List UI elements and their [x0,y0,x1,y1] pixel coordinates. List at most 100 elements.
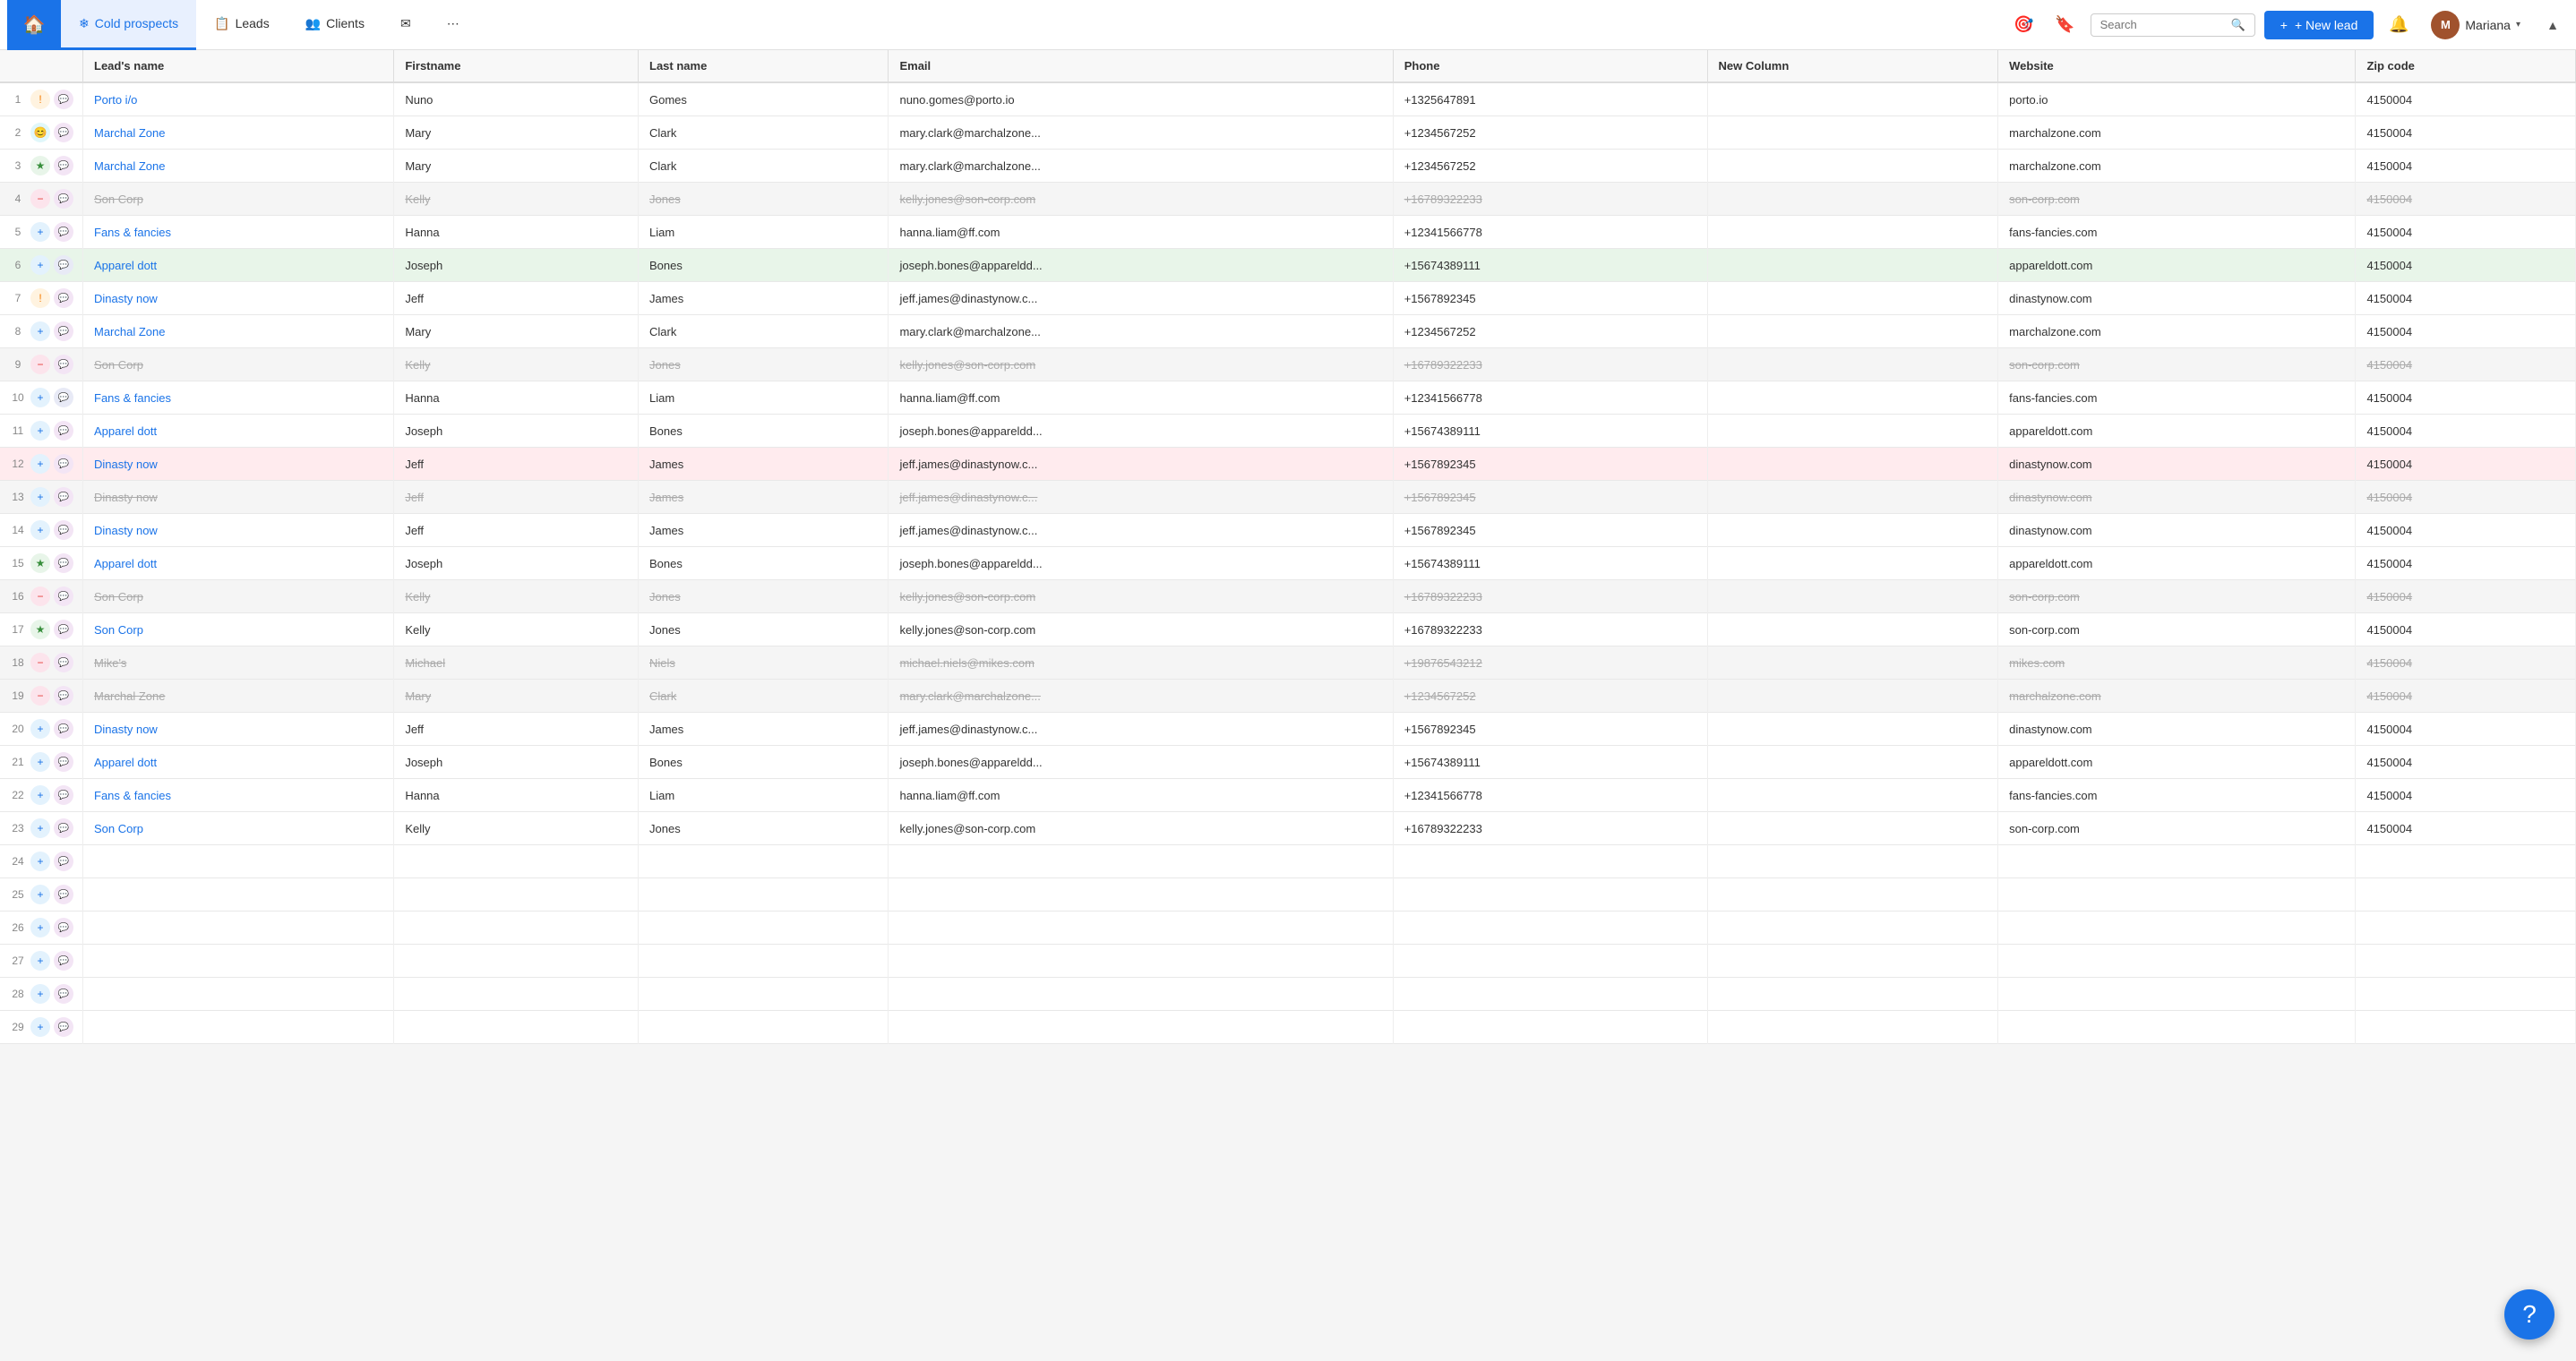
action-chat-button[interactable]: 💬 [54,520,73,540]
help-button[interactable]: ? [2504,1289,2555,1340]
lead-name-link[interactable]: Apparel dott [94,557,157,570]
action-chat-button[interactable]: 💬 [54,90,73,109]
cell-lead-name[interactable]: Son Corp [83,580,394,613]
action-chat-button[interactable]: 💬 [54,156,73,175]
action-plus-button[interactable]: + [30,255,50,275]
action-minus-button[interactable]: − [30,189,50,209]
tab-clients[interactable]: 👥 Clients [288,0,382,50]
action-chat-button[interactable]: 💬 [54,752,73,772]
action-chat-button[interactable]: 💬 [54,421,73,441]
lead-name-link[interactable]: Dinasty now [94,292,158,305]
action-star-button[interactable]: ★ [30,620,50,639]
action-chat-button[interactable]: 💬 [54,553,73,573]
target-icon-button[interactable]: 🎯 [2008,9,2040,41]
action-chat-button[interactable]: 💬 [54,785,73,805]
cell-lead-name[interactable]: Mike's [83,646,394,680]
notifications-button[interactable]: 🔔 [2383,9,2415,41]
action-smiley-button[interactable]: 😊 [30,123,50,142]
cell-lead-name[interactable] [83,978,394,1011]
lead-name-link[interactable]: Dinasty now [94,524,158,537]
cell-lead-name[interactable]: Apparel dott [83,415,394,448]
action-minus-button[interactable]: − [30,586,50,606]
action-plus-button[interactable]: + [30,852,50,871]
action-plus-button[interactable]: + [30,951,50,971]
action-plus-button[interactable]: + [30,752,50,772]
action-chat2-button[interactable]: 💬 [54,388,73,407]
cell-lead-name[interactable] [83,878,394,912]
cell-lead-name[interactable]: Dinasty now [83,713,394,746]
action-star-button[interactable]: ★ [30,553,50,573]
lead-name-link[interactable]: Apparel dott [94,259,157,272]
cell-lead-name[interactable] [83,1011,394,1044]
action-chat-button[interactable]: 💬 [54,454,73,474]
action-star-button[interactable]: ★ [30,156,50,175]
action-plus-button[interactable]: + [30,984,50,1004]
action-chat-button[interactable]: 💬 [54,288,73,308]
action-chat-button[interactable]: 💬 [54,321,73,341]
action-chat-button[interactable]: 💬 [54,686,73,706]
action-minus-button[interactable]: − [30,653,50,672]
cell-lead-name[interactable]: Son Corp [83,183,394,216]
cell-lead-name[interactable]: Son Corp [83,348,394,381]
action-plus-button[interactable]: + [30,918,50,937]
lead-name-link[interactable]: Apparel dott [94,756,157,769]
lead-name-link[interactable]: Marchal Zone [94,126,165,140]
action-plus-button[interactable]: + [30,818,50,838]
lead-name-link[interactable]: Dinasty now [94,458,158,471]
action-chat-button[interactable]: 💬 [54,123,73,142]
action-chat-button[interactable]: 💬 [54,852,73,871]
cell-lead-name[interactable] [83,912,394,945]
action-warn-button[interactable]: ! [30,90,50,109]
action-plus-button[interactable]: + [30,785,50,805]
action-plus-button[interactable]: + [30,421,50,441]
cell-lead-name[interactable]: Apparel dott [83,746,394,779]
lead-name-link[interactable]: Porto i/o [94,93,137,107]
user-menu-button[interactable]: M Mariana ▾ [2424,7,2528,43]
tab-more[interactable]: ⋯ [429,0,477,50]
bookmark-button[interactable]: 🔖 [2049,9,2082,41]
action-plus-button[interactable]: + [30,1017,50,1037]
lead-name-link[interactable]: Son Corp [94,822,143,835]
action-chat-button[interactable]: 💬 [54,620,73,639]
lead-name-link[interactable]: Apparel dott [94,424,157,438]
action-chat-button[interactable]: 💬 [54,222,73,242]
action-chat-button[interactable]: 💬 [54,189,73,209]
cell-lead-name[interactable]: Fans & fancies [83,779,394,812]
cell-lead-name[interactable]: Marchal Zone [83,116,394,150]
search-input[interactable] [2100,18,2226,31]
action-chat-button[interactable]: 💬 [54,885,73,904]
action-chat-button[interactable]: 💬 [54,719,73,739]
lead-name-link[interactable]: Fans & fancies [94,789,171,802]
lead-name-link[interactable]: Fans & fancies [94,391,171,405]
cell-lead-name[interactable] [83,845,394,878]
cell-lead-name[interactable]: Dinasty now [83,282,394,315]
action-chat-button[interactable]: 💬 [54,818,73,838]
action-chat2-button[interactable]: 💬 [54,255,73,275]
cell-lead-name[interactable]: Marchal Zone [83,150,394,183]
action-plus-button[interactable]: + [30,520,50,540]
cell-lead-name[interactable]: Son Corp [83,812,394,845]
cell-lead-name[interactable]: Marchal Zone [83,315,394,348]
lead-name-link[interactable]: Dinasty now [94,723,158,736]
tab-leads[interactable]: 📋 Leads [196,0,288,50]
action-chat-button[interactable]: 💬 [54,951,73,971]
action-chat-button[interactable]: 💬 [54,355,73,374]
cell-lead-name[interactable]: Dinasty now [83,448,394,481]
lead-name-link[interactable]: Fans & fancies [94,226,171,239]
new-lead-button[interactable]: + + New lead [2264,11,2374,39]
action-chat-button[interactable]: 💬 [54,586,73,606]
lead-name-link[interactable]: Marchal Zone [94,159,165,173]
minimize-button[interactable]: ▲ [2537,9,2569,41]
cell-lead-name[interactable]: Porto i/o [83,82,394,116]
action-plus-button[interactable]: + [30,454,50,474]
action-chat-button[interactable]: 💬 [54,487,73,507]
action-minus-button[interactable]: − [30,686,50,706]
action-plus-button[interactable]: + [30,222,50,242]
action-chat-button[interactable]: 💬 [54,984,73,1004]
action-plus-button[interactable]: + [30,321,50,341]
action-plus-button[interactable]: + [30,487,50,507]
action-plus-button[interactable]: + [30,885,50,904]
cell-lead-name[interactable]: Dinasty now [83,481,394,514]
cell-lead-name[interactable]: Marchal Zone [83,680,394,713]
lead-name-link[interactable]: Marchal Zone [94,325,165,338]
